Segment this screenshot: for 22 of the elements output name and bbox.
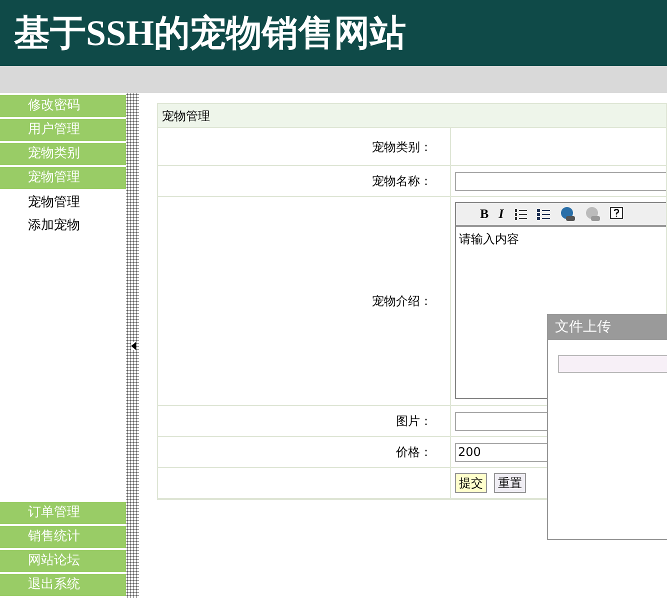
help-icon[interactable] (610, 207, 623, 221)
file-input-field[interactable] (558, 355, 667, 373)
sidebar-submenu-item[interactable]: 宠物管理 (0, 191, 126, 214)
field-label: 宠物名称： (372, 173, 432, 190)
dialog-title: 文件上传 (555, 318, 611, 337)
field-label: 宠物类别： (372, 138, 432, 156)
bold-button[interactable]: B (480, 204, 489, 224)
form-button[interactable]: 提交 (455, 473, 487, 493)
form-button[interactable]: 重置 (494, 473, 526, 493)
collapse-arrow-icon[interactable] (131, 342, 136, 350)
field-label: 宠物介绍： (372, 293, 432, 310)
globe-link-icon[interactable] (560, 207, 575, 221)
field-label: 价格： (396, 444, 432, 461)
numbered-list-icon[interactable] (514, 208, 527, 220)
field-label: 图片： (396, 413, 432, 430)
text-field[interactable] (455, 172, 666, 190)
form-title: 宠物管理 (162, 108, 210, 124)
bullet-list-icon[interactable] (536, 208, 550, 220)
sidebar-submenu-item[interactable]: 添加宠物 (0, 214, 126, 237)
italic-button[interactable]: I (498, 204, 504, 224)
editor-text: 请输入内容 (459, 232, 519, 246)
site-title: 基于SSH的宠物销售网站 (14, 15, 406, 51)
